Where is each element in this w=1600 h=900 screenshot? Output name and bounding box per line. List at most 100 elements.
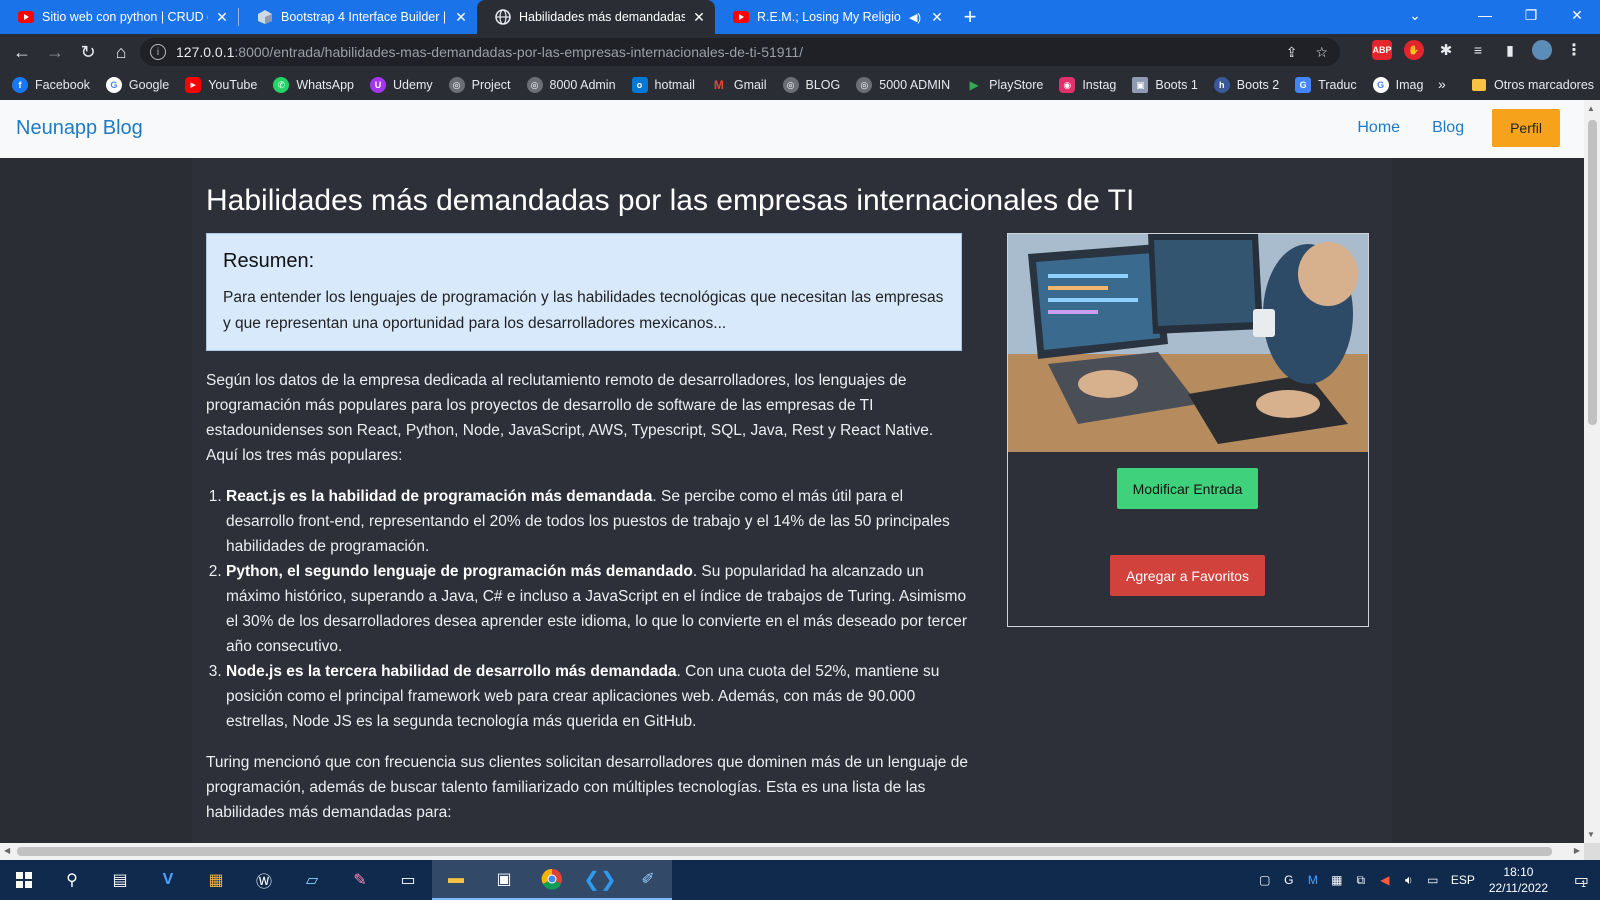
menu-kebab-icon[interactable]: ⋮: [1564, 40, 1584, 60]
notepad-icon[interactable]: ▱: [288, 860, 336, 900]
close-icon[interactable]: ✕: [214, 9, 230, 26]
bookmark-whatsapp[interactable]: ✆ WhatsApp: [273, 77, 354, 93]
bookmark-label: Boots 1: [1155, 78, 1198, 92]
scroll-left-arrow-icon[interactable]: ◀: [4, 846, 10, 855]
back-arrow-icon[interactable]: ←: [6, 36, 38, 68]
close-icon[interactable]: ✕: [691, 9, 707, 26]
bookmark-imagenes[interactable]: G Imag: [1372, 77, 1423, 93]
add-favorite-button[interactable]: Agregar a Favoritos: [1110, 555, 1265, 596]
address-bar[interactable]: i 127.0.0.1:8000/entrada/habilidades-mas…: [140, 38, 1340, 66]
more-bookmarks-chevron-icon[interactable]: »: [1438, 76, 1446, 92]
article-closing: Turing mencionó que con frecuencia sus c…: [206, 754, 968, 821]
volume-icon[interactable]: 🔉︎: [1397, 873, 1421, 888]
youtube-icon: ▶: [185, 77, 202, 93]
puzzle-extensions-icon[interactable]: ✱: [1436, 40, 1456, 60]
folder-icon: [1472, 79, 1486, 91]
bookmark-boots-1[interactable]: ▣ Boots 1: [1132, 77, 1198, 93]
tab-habilidades[interactable]: Habilidades más demandadas po ✕: [477, 0, 715, 34]
terminal-icon[interactable]: ▭: [384, 860, 432, 900]
search-icon[interactable]: ⚲: [48, 860, 96, 900]
site-info-icon[interactable]: i: [150, 44, 166, 60]
tab-crud-python[interactable]: Sitio web con python | CRUD dja ✕: [0, 0, 238, 34]
bookmark-traductor[interactable]: G Traduc: [1295, 77, 1357, 93]
tray-m-icon[interactable]: M: [1301, 873, 1325, 887]
share-icon[interactable]: ⇪: [1286, 44, 1298, 61]
close-icon[interactable]: ✕: [929, 9, 945, 26]
close-icon[interactable]: ✕: [453, 9, 469, 26]
bookmark-facebook[interactable]: f Facebook: [12, 77, 90, 93]
paint-app-icon[interactable]: ✐: [624, 860, 672, 900]
bookmark-boots-2[interactable]: h Boots 2: [1213, 77, 1279, 93]
bookmark-star-icon[interactable]: ☆: [1315, 44, 1328, 61]
edit-entry-button[interactable]: Modificar Entrada: [1117, 468, 1258, 509]
minimize-button[interactable]: —: [1462, 0, 1508, 30]
bookmark-label: YouTube: [208, 78, 258, 92]
speaker-icon[interactable]: ◀): [907, 11, 923, 24]
bookmark-hotmail[interactable]: o hotmail: [631, 77, 695, 93]
tab-rem-losing-my-religion[interactable]: R.E.M.; Losing My Religion (e ◀) ✕: [715, 0, 953, 34]
bookmark-blog[interactable]: ◎ BLOG: [782, 77, 841, 93]
list-item-heading: React.js es la habilidad de programación…: [226, 488, 653, 505]
horizontal-scroll-thumb[interactable]: [17, 847, 1552, 856]
vertical-scrollbar[interactable]: ▲ ▼: [1584, 100, 1600, 843]
network-icon[interactable]: ▭: [1421, 873, 1445, 887]
bookmark-label: BLOG: [805, 78, 841, 92]
horizontal-scrollbar[interactable]: ◀ ▶: [0, 843, 1584, 860]
bookmark-instagram[interactable]: ◉ Instag: [1059, 77, 1116, 93]
tab-bootstrap-builder[interactable]: Bootstrap 4 Interface Builder | La ✕: [239, 0, 477, 34]
bookmark-label: Udemy: [393, 78, 433, 92]
hand-extension-icon[interactable]: ✋: [1404, 40, 1424, 60]
bookmark-google[interactable]: G Google: [105, 77, 169, 93]
side-panel-icon[interactable]: ▮: [1500, 40, 1520, 60]
remote-desktop-icon[interactable]: ▣: [480, 860, 528, 900]
close-window-button[interactable]: ✕: [1554, 0, 1600, 30]
page-viewport: Neunapp Blog Home Blog Perfil Habilidade…: [0, 100, 1584, 843]
bookmark-youtube[interactable]: ▶ YouTube: [185, 77, 257, 93]
home-icon[interactable]: ⌂: [105, 36, 137, 68]
profile-avatar[interactable]: [1532, 40, 1552, 60]
microsoft-store-icon[interactable]: ▦: [192, 860, 240, 900]
skills-list: React.js es la habilidad de programación…: [226, 484, 968, 734]
windows-start-icon[interactable]: [0, 860, 48, 900]
list-item-heading: Node.js es la tercera habilidad de desar…: [226, 663, 677, 680]
bookmark-playstore[interactable]: ▶ PlayStore: [966, 77, 1044, 93]
bookmark-gmail[interactable]: M Gmail: [711, 77, 767, 93]
tray-window-icon[interactable]: ▢: [1253, 873, 1277, 887]
vertical-scroll-thumb[interactable]: [1588, 120, 1597, 425]
clock[interactable]: 18:10 22/11/2022: [1489, 864, 1548, 896]
tray-antivirus-icon[interactable]: ◀: [1373, 873, 1397, 887]
vscode-icon[interactable]: ❮❯: [576, 860, 624, 900]
file-explorer-icon[interactable]: ▬: [432, 860, 480, 900]
app-v-icon[interactable]: V: [144, 860, 192, 900]
nav-blog-link[interactable]: Blog: [1416, 109, 1480, 147]
bookmark-8000-admin[interactable]: ◎ 8000 Admin: [526, 77, 616, 93]
wamp-icon[interactable]: Ⓦ: [240, 860, 288, 900]
language-indicator[interactable]: ESP: [1451, 873, 1475, 887]
notifications-icon[interactable]: ▭ 1: [1560, 860, 1600, 900]
bookmark-label: PlayStore: [989, 78, 1044, 92]
tray-network-grid-icon[interactable]: ▦: [1325, 873, 1349, 887]
profile-button[interactable]: Perfil: [1492, 109, 1560, 147]
reload-icon[interactable]: ↻: [72, 36, 104, 68]
chrome-icon[interactable]: [528, 860, 576, 900]
bookmark-5000-admin[interactable]: ◎ 5000 ADMIN: [856, 77, 950, 93]
bookmark-project[interactable]: ◎ Project: [448, 77, 511, 93]
paint-icon[interactable]: ✎: [336, 860, 384, 900]
tray-device-icon[interactable]: ⧉: [1349, 873, 1373, 888]
tray-g-icon[interactable]: G: [1277, 873, 1301, 887]
adblock-plus-icon[interactable]: ABP: [1372, 40, 1392, 60]
scroll-right-arrow-icon[interactable]: ▶: [1574, 846, 1580, 855]
site-brand-link[interactable]: Neunapp Blog: [16, 117, 143, 140]
task-view-icon[interactable]: ▤: [96, 860, 144, 900]
nav-home-link[interactable]: Home: [1341, 109, 1416, 147]
scroll-up-arrow-icon[interactable]: ▲: [1587, 104, 1595, 113]
media-control-icon[interactable]: ≡: [1468, 40, 1488, 60]
other-bookmarks-folder[interactable]: Otros marcadores: [1472, 70, 1594, 100]
new-tab-button[interactable]: +: [953, 0, 987, 34]
bookmark-udemy[interactable]: U Udemy: [370, 77, 433, 93]
article-image: [1008, 234, 1368, 452]
tab-search-chevron-icon[interactable]: ⌄: [1400, 0, 1430, 30]
scroll-down-arrow-icon[interactable]: ▼: [1587, 830, 1595, 839]
restore-button[interactable]: ❐: [1508, 0, 1554, 30]
forward-arrow-icon[interactable]: →: [39, 36, 71, 68]
